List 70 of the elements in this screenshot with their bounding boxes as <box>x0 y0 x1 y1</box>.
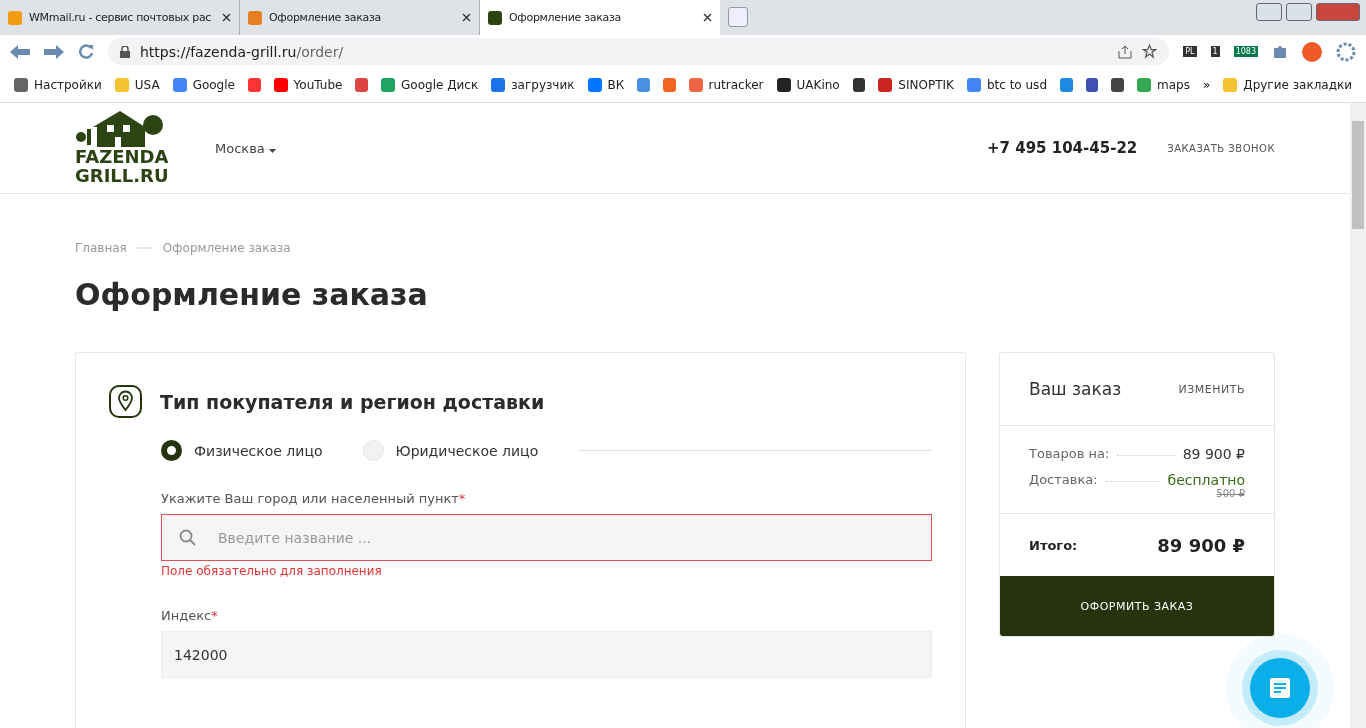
summary-title: Ваш заказ <box>1029 379 1122 399</box>
index-field[interactable]: 142000 <box>161 631 932 678</box>
place-order-button[interactable]: ОФОРМИТЬ ЗАКАЗ <box>1000 576 1274 636</box>
bookmark[interactable]: ВК <box>587 78 625 92</box>
share-icon[interactable] <box>1118 44 1133 59</box>
lock-icon <box>120 45 130 58</box>
buyer-type-radio[interactable]: Физическое лицо <box>161 440 323 461</box>
other-bookmarks[interactable]: Другие закладки <box>1223 78 1352 92</box>
section-title: Тип покупателя и регион доставки <box>160 390 545 413</box>
location-pin-icon <box>109 385 142 418</box>
field-label: Укажите Ваш город или населенный пункт* <box>161 491 467 506</box>
phone-number: +7 495 104-45-22 <box>987 139 1138 157</box>
bookmark[interactable]: YouTube <box>273 78 343 92</box>
close-icon[interactable] <box>703 13 712 22</box>
extension-badge[interactable]: 1083 <box>1233 46 1258 57</box>
address-field[interactable]: https://fazenda-grill.ru/order/ <box>108 38 1170 65</box>
message-icon <box>1270 678 1290 698</box>
tab-favicon-icon <box>8 10 22 25</box>
field-label: Индекс* <box>161 608 219 623</box>
callback-link[interactable]: ЗАКАЗАТЬ ЗВОНОК <box>1167 142 1275 154</box>
bookmark[interactable]: загрузчик <box>491 78 575 92</box>
extension-badge[interactable]: 1 <box>1210 46 1220 57</box>
logo-text: GRILL.RU <box>75 166 170 185</box>
minimize-button[interactable] <box>1256 3 1282 21</box>
total-label: Итого: <box>1029 537 1078 553</box>
city-search-field[interactable]: Введите название ... <box>161 514 932 561</box>
tab-favicon-icon <box>488 10 502 25</box>
reload-icon[interactable] <box>78 43 94 60</box>
buyer-type-radio[interactable]: Юридическое лицо <box>362 440 539 461</box>
total-value: 89 900 ₽ <box>1157 534 1245 556</box>
bookmark-icon[interactable] <box>1085 78 1099 92</box>
bookmark[interactable]: Google Диск <box>381 78 479 92</box>
extension-badge[interactable]: PL <box>1183 46 1197 57</box>
new-tab-button[interactable] <box>728 7 748 27</box>
url-text: https://fazenda-grill.ru/order/ <box>140 43 344 60</box>
star-icon[interactable] <box>1142 44 1158 59</box>
tab-favicon-icon <box>248 10 262 25</box>
summary-label: Товаров на: <box>1029 446 1110 461</box>
bookmark-icon[interactable] <box>852 78 866 92</box>
scrollbar[interactable] <box>1350 103 1366 728</box>
radio-icon[interactable] <box>161 440 182 461</box>
close-icon[interactable] <box>222 13 231 22</box>
summary-value: бесплатно <box>1167 472 1245 488</box>
logo-text: FAZENDA <box>75 147 170 166</box>
bookmark[interactable]: maps <box>1136 78 1190 92</box>
chat-button[interactable] <box>1250 658 1310 718</box>
page-title: Оформление заказа <box>75 277 429 312</box>
breadcrumb: Оформление заказа <box>162 241 291 255</box>
forward-icon[interactable] <box>44 44 64 59</box>
maximize-button[interactable] <box>1286 3 1312 21</box>
search-icon <box>179 529 196 546</box>
avatar-icon[interactable] <box>1302 41 1322 62</box>
old-price: 500 ₽ <box>1216 488 1245 499</box>
browser-tab[interactable]: Оформление заказа <box>480 0 720 35</box>
bookmark[interactable]: btc to usd <box>966 78 1047 92</box>
bookmark[interactable]: Google <box>172 78 235 92</box>
edit-link[interactable]: ИЗМЕНИТЬ <box>1178 382 1245 396</box>
bookmark[interactable]: rutracker <box>688 78 764 92</box>
more-bookmarks-button[interactable]: » <box>1202 78 1211 92</box>
bookmark[interactable]: USA <box>114 78 160 92</box>
caret-icon <box>268 148 276 153</box>
summary-label: Доставка: <box>1029 472 1098 487</box>
city-dropdown[interactable]: Москва <box>215 140 276 156</box>
bookmark[interactable]: UAKino <box>776 78 840 92</box>
back-icon[interactable] <box>10 44 30 59</box>
error-message: Поле обязательно для заполнения <box>161 564 383 578</box>
bookmark[interactable]: SINOPTIK <box>878 78 954 92</box>
close-icon[interactable] <box>462 13 471 22</box>
summary-value: 89 900 ₽ <box>1182 446 1245 462</box>
bookmark[interactable]: Настройки <box>14 78 102 92</box>
